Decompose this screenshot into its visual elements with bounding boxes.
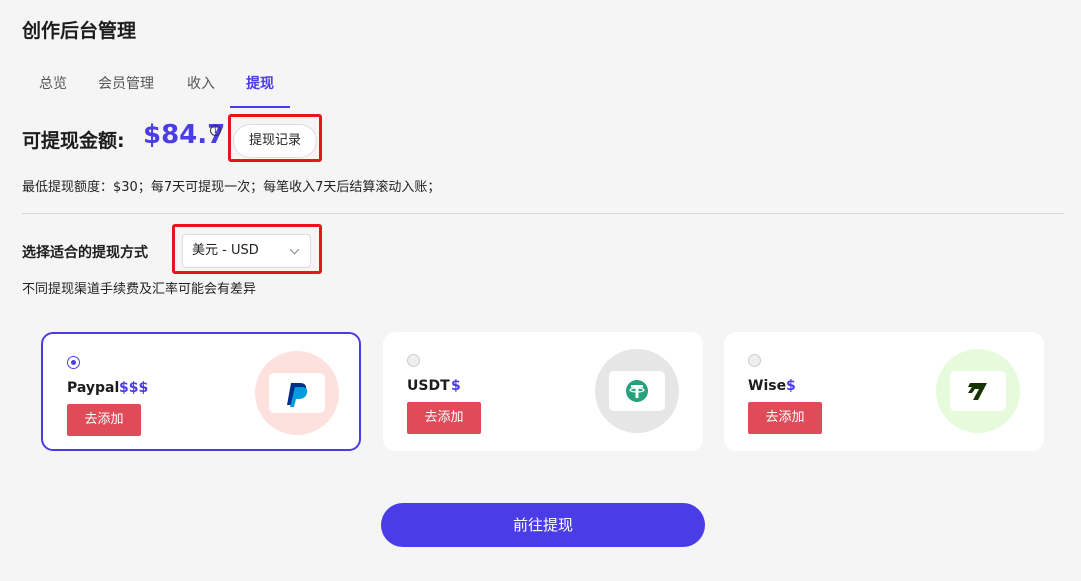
method-label: 选择适合的提现方式 [22, 245, 148, 261]
logo-box [950, 371, 1006, 411]
method-name: Paypal [67, 380, 120, 396]
go-withdraw-button[interactable]: 前往提现 [381, 503, 705, 547]
tab-income[interactable]: 收入 [186, 66, 216, 106]
tab-withdraw[interactable]: 提现 [230, 66, 290, 108]
logo-circle [936, 349, 1020, 433]
chevron-down-icon [289, 244, 300, 255]
method-name: Wise [748, 378, 787, 394]
add-paypal-button[interactable]: 去添加 [67, 404, 141, 436]
currency-selected-value: 美元 - USD [192, 243, 259, 258]
radio-wise[interactable] [748, 354, 761, 367]
logo-circle [595, 349, 679, 433]
divider [22, 213, 1064, 214]
method-card-usdt[interactable]: USDT $ 去添加 [383, 332, 703, 451]
add-usdt-button[interactable]: 去添加 [407, 402, 481, 434]
tether-icon [626, 380, 648, 402]
radio-usdt[interactable] [407, 354, 420, 367]
logo-circle [255, 351, 339, 435]
currency-select[interactable]: 美元 - USD [182, 234, 311, 268]
wise-icon [968, 383, 987, 400]
add-wise-button[interactable]: 去添加 [748, 402, 822, 434]
tab-members[interactable]: 会员管理 [98, 66, 154, 106]
radio-paypal[interactable] [67, 356, 80, 369]
logo-box [269, 373, 325, 413]
tab-overview[interactable]: 总览 [38, 66, 68, 106]
info-icon[interactable]: i [210, 125, 221, 136]
method-card-wise[interactable]: Wise $ 去添加 [724, 332, 1044, 451]
method-fee: $ [451, 378, 461, 394]
withdraw-rules: 最低提现额度：$30；每7天可提现一次；每笔收入7天后结算滚动入账； [22, 180, 441, 195]
balance-label: 可提现金额: [22, 130, 125, 152]
method-note: 不同提现渠道手续费及汇率可能会有差异 [22, 282, 257, 297]
page-title: 创作后台管理 [22, 20, 137, 42]
method-name: USDT [407, 378, 450, 394]
method-fee: $$$ [119, 380, 149, 396]
method-card-paypal[interactable]: Paypal $$$ 去添加 [41, 332, 361, 451]
logo-box [609, 371, 665, 411]
method-fee: $ [786, 378, 796, 394]
paypal-icon [287, 383, 308, 407]
withdraw-record-button[interactable]: 提现记录 [233, 124, 317, 158]
